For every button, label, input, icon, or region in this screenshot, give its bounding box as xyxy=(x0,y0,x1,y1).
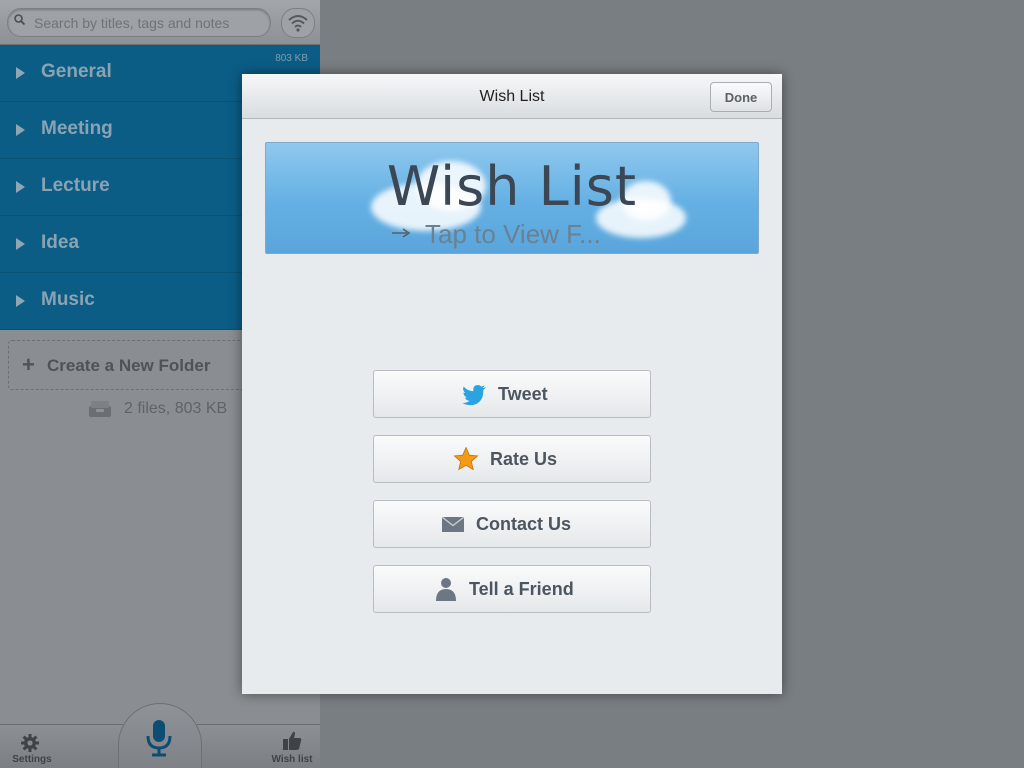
modal-navigation-bar: Wish List Done xyxy=(242,74,782,119)
tell-a-friend-button[interactable]: Tell a Friend xyxy=(373,565,651,613)
search-field[interactable] xyxy=(7,8,271,37)
thumbs-up-icon xyxy=(283,731,302,750)
wish-list-modal: Wish List Done Wish List Tap to View F..… xyxy=(242,74,782,694)
envelope-icon xyxy=(441,516,465,532)
settings-label: Settings xyxy=(12,754,52,765)
tell-a-friend-label: Tell a Friend xyxy=(469,579,574,599)
storage-tray-icon xyxy=(89,401,111,417)
contact-us-label: Contact Us xyxy=(476,514,572,534)
wish-list-banner[interactable]: Wish List Tap to View F... xyxy=(265,142,759,254)
microphone-icon xyxy=(146,720,172,757)
record-button[interactable] xyxy=(118,703,202,768)
search-bar xyxy=(0,0,320,45)
disclosure-triangle-icon xyxy=(16,238,25,250)
contact-us-button[interactable]: Contact Us xyxy=(373,500,651,548)
folder-label: Idea xyxy=(41,232,80,253)
folder-size: 803 KB xyxy=(275,53,308,64)
star-icon xyxy=(453,447,479,471)
disclosure-triangle-icon xyxy=(16,67,25,79)
person-icon xyxy=(436,578,456,601)
wishlist-label: Wish list xyxy=(271,754,313,765)
wifi-icon xyxy=(288,15,308,32)
wifi-transfer-button[interactable] xyxy=(281,8,315,38)
arrow-right-icon xyxy=(392,228,411,238)
wishlist-tab[interactable]: Wish list xyxy=(260,725,320,768)
tweet-label: Tweet xyxy=(498,384,548,404)
folder-label: Lecture xyxy=(41,175,110,196)
plus-icon: + xyxy=(22,352,35,377)
twitter-bird-icon xyxy=(462,385,486,406)
search-input[interactable] xyxy=(32,12,266,34)
done-button[interactable]: Done xyxy=(710,82,772,112)
gear-icon xyxy=(21,734,39,752)
modal-body: Wish List Tap to View F... Tweet Rate Us xyxy=(242,119,782,694)
create-folder-label: Create a New Folder xyxy=(47,356,211,375)
folder-label: Music xyxy=(41,289,95,310)
banner-title: Wish List xyxy=(386,155,638,218)
folder-label: General xyxy=(41,61,112,82)
storage-info-label: 2 files, 803 KB xyxy=(124,400,228,417)
folder-label: Meeting xyxy=(41,118,113,139)
disclosure-triangle-icon xyxy=(16,124,25,136)
rate-us-label: Rate Us xyxy=(490,449,558,469)
settings-tab[interactable]: Settings xyxy=(0,725,64,768)
disclosure-triangle-icon xyxy=(16,295,25,307)
modal-title: Wish List xyxy=(479,88,545,105)
disclosure-triangle-icon xyxy=(16,181,25,193)
banner-subtitle-text: Tap to View F... xyxy=(425,219,601,249)
tweet-button[interactable]: Tweet xyxy=(373,370,651,418)
search-icon xyxy=(14,14,25,25)
rate-us-button[interactable]: Rate Us xyxy=(373,435,651,483)
